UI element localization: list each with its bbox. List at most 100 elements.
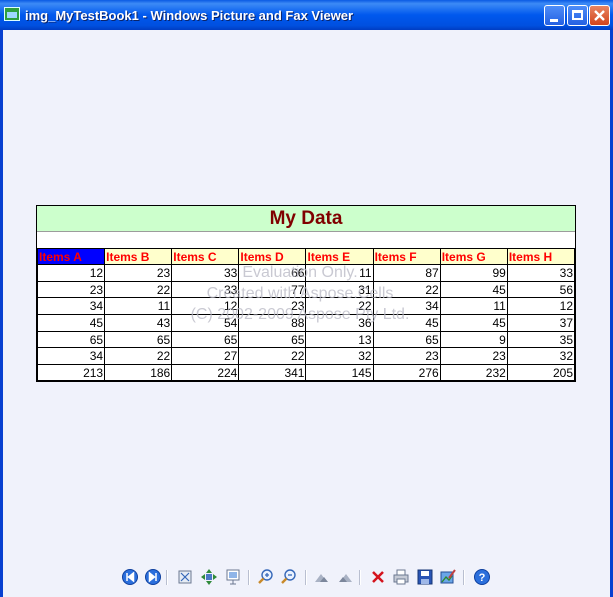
data-table: Items A Items B Items C Items D Items E … (36, 248, 576, 383)
column-header: Items B (104, 248, 173, 265)
table-row: 45 43 54 88 36 45 45 37 (36, 314, 576, 332)
table-cell: 23 (104, 264, 173, 282)
table-cell: 276 (372, 364, 441, 383)
table-cell: 23 (372, 347, 441, 366)
table-row: 12 23 33 66 11 87 99 33 (36, 264, 576, 282)
previous-image-icon[interactable] (121, 568, 139, 586)
maximize-button[interactable] (567, 5, 588, 26)
close-icon (594, 10, 605, 21)
table-cell: 32 (506, 347, 576, 366)
table-cell: 27 (171, 347, 240, 366)
table-cell: 87 (372, 264, 441, 282)
title-bar[interactable]: img_MyTestBook1 - Windows Picture and Fa… (0, 0, 613, 30)
table-cell: 65 (36, 330, 106, 349)
table-cell: 66 (238, 264, 307, 282)
table-cell: 56 (506, 280, 576, 299)
table-cell: 65 (171, 330, 240, 349)
table-cell: 34 (372, 297, 441, 316)
table-cell: 65 (104, 330, 173, 349)
zoom-out-icon[interactable] (280, 568, 298, 586)
table-cell: 12 (171, 297, 240, 316)
table-row: 65 65 65 65 13 65 9 35 (36, 330, 576, 349)
edit-icon[interactable] (439, 568, 457, 586)
rotate-counterclockwise-icon[interactable] (336, 568, 354, 586)
table-cell: 11 (305, 264, 374, 282)
table-cell: 11 (439, 297, 508, 316)
table-cell: 213 (36, 364, 106, 383)
table-cell: 186 (104, 364, 173, 383)
table-cell: 11 (104, 297, 173, 316)
close-button[interactable] (589, 5, 610, 26)
table-cell: 341 (238, 364, 307, 383)
table-cell: 45 (372, 314, 441, 332)
table-cell: 33 (171, 264, 240, 282)
svg-text:?: ? (479, 572, 486, 584)
table-cell: 36 (305, 314, 374, 332)
table-cell: 88 (238, 314, 307, 332)
toolbar-separator (463, 570, 465, 585)
table-cell: 205 (506, 364, 576, 383)
column-header: Items D (238, 248, 307, 265)
table-cell: 45 (36, 314, 106, 332)
column-header: Items E (305, 248, 374, 265)
table-cell: 22 (238, 347, 307, 366)
slideshow-icon[interactable] (224, 568, 242, 586)
toolbar-separator (248, 570, 250, 585)
table-cell: 22 (372, 280, 441, 299)
table-cell: 12 (506, 297, 576, 316)
minimize-icon (550, 19, 558, 22)
table-cell: 232 (439, 364, 508, 383)
help-icon[interactable]: ? (473, 568, 491, 586)
column-header: Items C (171, 248, 240, 265)
viewer-toolbar: ? (118, 568, 498, 588)
table-cell: 35 (506, 330, 576, 349)
actual-size-icon[interactable] (200, 568, 218, 586)
best-fit-icon[interactable] (176, 568, 194, 586)
table-cell: 22 (305, 297, 374, 316)
table-cell: 65 (372, 330, 441, 349)
rotate-clockwise-icon[interactable] (313, 568, 331, 586)
column-header: Items A (36, 248, 106, 265)
minimize-button[interactable] (544, 5, 565, 26)
table-cell: 45 (439, 314, 508, 332)
zoom-in-icon[interactable] (257, 568, 275, 586)
window-title: img_MyTestBook1 - Windows Picture and Fa… (25, 8, 354, 23)
delete-icon[interactable] (369, 568, 387, 586)
table-cell: 65 (238, 330, 307, 349)
table-cell: 43 (104, 314, 173, 332)
table-cell: 12 (36, 264, 106, 282)
table-cell: 13 (305, 330, 374, 349)
column-header: Items G (439, 248, 508, 265)
sheet-title-banner: My Data (37, 206, 575, 232)
table-cell: 99 (439, 264, 508, 282)
table-cell: 23 (238, 297, 307, 316)
table-cell: 145 (305, 364, 374, 383)
table-cell: 54 (171, 314, 240, 332)
table-cell: 224 (171, 364, 240, 383)
table-cell: 23 (439, 347, 508, 366)
table-cell: 23 (36, 280, 106, 299)
table-cell: 45 (439, 280, 508, 299)
toolbar-separator (166, 570, 168, 585)
table-cell: 34 (36, 297, 106, 316)
save-icon[interactable] (416, 568, 434, 586)
table-row: 34 22 27 22 32 23 23 32 (36, 347, 576, 366)
maximize-icon (572, 10, 583, 20)
table-cell: 33 (171, 280, 240, 299)
header-row: Items A Items B Items C Items D Items E … (36, 248, 576, 265)
sheet-title: My Data (269, 208, 343, 229)
table-cell: 22 (104, 347, 173, 366)
column-header: Items F (372, 248, 441, 265)
print-icon[interactable] (392, 568, 410, 586)
picture-viewer-app-icon[interactable] (4, 7, 20, 21)
totals-row: 213 186 224 341 145 276 232 205 (36, 364, 576, 383)
table-cell: 33 (506, 264, 576, 282)
table-cell: 9 (439, 330, 508, 349)
table-cell: 31 (305, 280, 374, 299)
table-cell: 32 (305, 347, 374, 366)
table-row: 23 22 33 77 31 22 45 56 (36, 280, 576, 299)
column-header: Items H (506, 248, 576, 265)
toolbar-separator (359, 570, 361, 585)
spreadsheet-image: My Data Items A Items B Items C Items D … (36, 205, 576, 383)
next-image-icon[interactable] (144, 568, 162, 586)
